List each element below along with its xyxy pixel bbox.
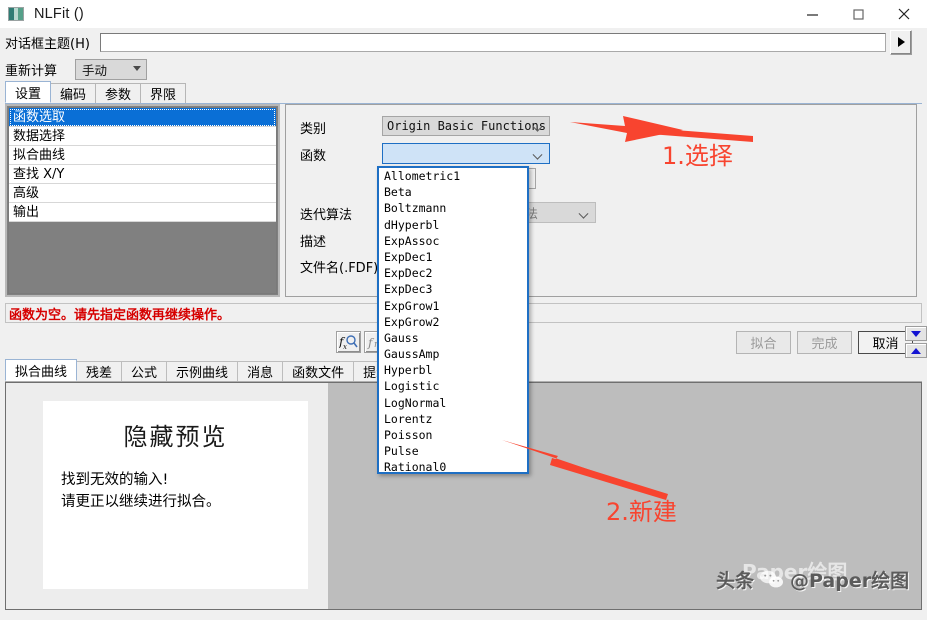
settings-tree-panel: 函数选取 数据选择 拟合曲线 查找 X/Y 高级 输出 — [5, 104, 280, 297]
scroll-up-button[interactable] — [905, 343, 927, 358]
preview-left-pane: 隐藏预览 找到无效的输入! 请更正以继续进行拟合。 — [6, 383, 328, 609]
tree-item-output[interactable]: 输出 — [9, 203, 276, 222]
settings-tree-list: 函数选取 数据选择 拟合曲线 查找 X/Y 高级 输出 — [8, 107, 277, 294]
tab-parameters[interactable]: 参数 — [95, 83, 142, 103]
dropdown-item[interactable]: LogNormal — [379, 395, 527, 411]
triangle-up-icon — [911, 347, 921, 354]
tree-item-find-xy[interactable]: 查找 X/Y — [9, 165, 276, 184]
tab-residual[interactable]: 残差 — [76, 361, 123, 381]
dialog-theme-row: 对话框主题(H) — [0, 28, 927, 56]
warning-message: 函数为空。请先指定函数再继续操作。 — [9, 307, 231, 323]
preview-message: 找到无效的输入! 请更正以继续进行拟合。 — [61, 470, 308, 514]
tree-item-advanced[interactable]: 高级 — [9, 184, 276, 203]
done-button[interactable]: 完成 — [797, 330, 852, 354]
tab-sample-curve[interactable]: 示例曲线 — [166, 361, 239, 381]
tree-item-fitted-curves[interactable]: 拟合曲线 — [9, 146, 276, 165]
filename-row: 文件名(.FDF) — [300, 257, 378, 276]
chevron-down-icon — [534, 151, 543, 156]
tab-function-file[interactable]: 函数文件 — [282, 361, 355, 381]
dropdown-item[interactable]: ExpDec1 — [379, 249, 527, 265]
maximize-button[interactable] — [835, 0, 881, 28]
panel-scroll-buttons — [905, 326, 927, 358]
iteration-row: 迭代算法 — [300, 204, 352, 223]
scroll-down-button[interactable] — [905, 326, 927, 341]
category-value: Origin Basic Functions — [387, 119, 546, 133]
dropdown-item[interactable]: Hyperbl — [379, 362, 527, 378]
preview-message-line2: 请更正以继续进行拟合。 — [61, 493, 221, 510]
watermark: 头条 @Paper绘图 — [716, 566, 909, 593]
preview-title: 隐藏预览 — [123, 423, 228, 451]
category-label: 类别 — [300, 122, 327, 137]
minimize-button[interactable] — [789, 0, 835, 28]
preview-message-line1: 找到无效的输入! — [61, 472, 169, 488]
dropdown-item[interactable]: GaussAmp — [379, 346, 527, 362]
dropdown-item[interactable]: ExpGrow1 — [379, 298, 527, 314]
chevron-down-icon — [133, 66, 141, 71]
dropdown-item[interactable]: dHyperbl — [379, 217, 527, 233]
filename-label: 文件名(.FDF) — [300, 261, 379, 276]
tab-bounds[interactable]: 界限 — [140, 83, 187, 103]
watermark-handle: @Paper绘图 — [790, 570, 910, 592]
svg-text:x: x — [343, 343, 347, 350]
recalculate-select[interactable]: 手动 — [75, 58, 147, 80]
tree-item-data-selection[interactable]: 数据选择 — [9, 127, 276, 146]
annotation-step-2: 2.新建 — [606, 498, 677, 526]
dropdown-item[interactable]: Beta — [379, 184, 527, 200]
tab-code[interactable]: 编码 — [50, 83, 97, 103]
function-dropdown-list[interactable]: Allometric1 Beta Boltzmann dHyperbl ExpA… — [377, 166, 529, 474]
tab-messages[interactable]: 消息 — [237, 361, 284, 381]
title-bar: NLFit () — [0, 0, 927, 28]
dropdown-item[interactable]: Gauss — [379, 330, 527, 346]
dropdown-item[interactable]: Lorentz — [379, 411, 527, 427]
play-arrow-icon — [897, 37, 905, 47]
description-row: 描述 — [300, 231, 326, 250]
iteration-algorithm-label: 迭代算法 — [300, 208, 353, 223]
function-label: 函数 — [300, 149, 327, 164]
dropdown-item[interactable]: ExpAssoc — [379, 233, 527, 249]
dialog-theme-input[interactable] — [100, 32, 886, 52]
chevron-down-icon — [580, 210, 589, 215]
function-row: 函数 — [300, 145, 326, 164]
dialog-action-buttons: 拟合 完成 取消 — [736, 330, 913, 354]
app-icon — [8, 7, 24, 21]
preview-card: 隐藏预览 找到无效的输入! 请更正以继续进行拟合。 — [43, 401, 308, 589]
tab-fitted-curve[interactable]: 拟合曲线 — [5, 359, 78, 381]
dialog-theme-label: 对话框主题(H) — [5, 36, 90, 52]
tab-formula[interactable]: 公式 — [121, 361, 168, 381]
close-button[interactable] — [881, 0, 927, 28]
category-select[interactable]: Origin Basic Functions — [382, 116, 550, 136]
dropdown-item[interactable]: Boltzmann — [379, 200, 527, 216]
nlfit-dialog-window: NLFit () 对话框主题(H) 重新计算 手动 设置 编码 参数 界限 函数… — [0, 0, 927, 620]
window-title: NLFit () — [34, 6, 84, 22]
top-tab-bar: 设置 编码 参数 界限 — [5, 81, 922, 104]
dropdown-item[interactable]: ExpDec3 — [379, 281, 527, 297]
recalculate-value: 手动 — [82, 62, 108, 78]
chevron-down-icon — [534, 123, 543, 128]
dropdown-item[interactable]: ExpGrow2 — [379, 314, 527, 330]
annotation-step-1: 1.选择 — [662, 142, 733, 170]
theme-go-button[interactable] — [890, 29, 912, 55]
function-select[interactable] — [382, 143, 550, 164]
description-label: 描述 — [300, 235, 327, 250]
function-search-icon[interactable]: ƒ x — [336, 331, 361, 353]
dropdown-item[interactable]: Allometric1 — [379, 168, 527, 184]
watermark-prefix: 头条 — [716, 570, 755, 592]
tab-settings[interactable]: 设置 — [5, 81, 52, 103]
dropdown-item[interactable]: ExpDec2 — [379, 265, 527, 281]
tree-item-function-selection[interactable]: 函数选取 — [9, 108, 276, 127]
triangle-down-icon — [911, 330, 921, 337]
recalculate-label: 重新计算 — [5, 63, 58, 79]
dropdown-item[interactable]: Logistic — [379, 378, 527, 394]
wechat-icon — [760, 570, 784, 587]
recalculate-row: 重新计算 手动 — [0, 56, 927, 82]
fit-button[interactable]: 拟合 — [736, 330, 791, 354]
category-row: 类别 — [300, 118, 326, 137]
